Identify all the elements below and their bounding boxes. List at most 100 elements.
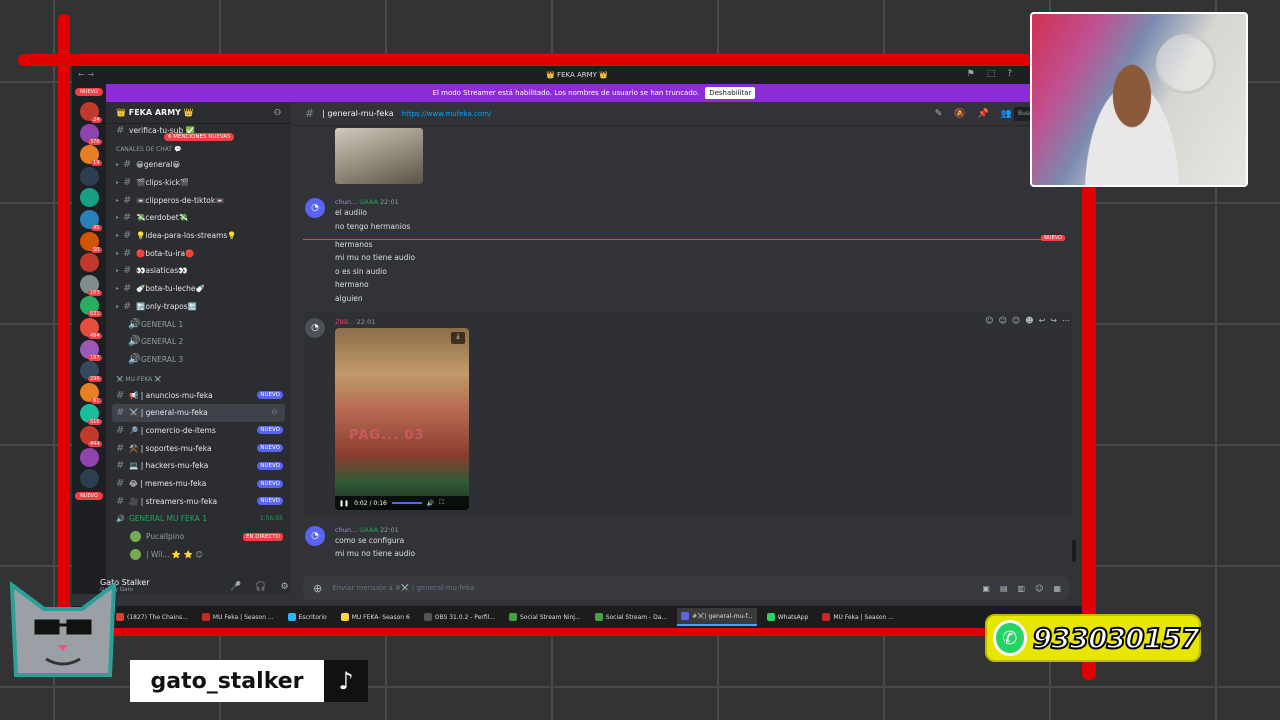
help-icon[interactable]: ? [1007, 69, 1012, 79]
server-icon[interactable]: 197 [79, 339, 102, 361]
add-member-icon[interactable]: ⚇ [274, 108, 281, 117]
add-attachment-icon[interactable]: ⊕ [313, 582, 322, 595]
server-icon[interactable]: 19 [79, 145, 102, 167]
video-attachment[interactable]: ⤓ PAG... 03 ❚❚ 0:02 / 0:16 🔊 ⛶ [335, 328, 469, 510]
taskbar-item[interactable]: (1827) The Chains... [112, 608, 192, 626]
text-channel[interactable]: ▸ # 📼clipperos-de-tiktok📼 [106, 191, 291, 209]
avatar[interactable]: ◔ [305, 318, 325, 338]
message-author[interactable]: chun... GAAA 22:01 [335, 198, 399, 206]
text-channel[interactable]: ▸ # 🎬clips-kick🎬 [106, 174, 291, 192]
reaction-icon[interactable]: ☺ [1012, 316, 1020, 325]
reaction-icon[interactable]: ☺ [985, 316, 993, 325]
gift-icon[interactable]: ▣ [982, 584, 990, 593]
server-icon[interactable] [79, 253, 99, 273]
server-icon[interactable] [79, 447, 99, 467]
reaction-icon[interactable]: ☺ [999, 316, 1007, 325]
text-channel[interactable]: ▸ # 👀asiaticas👀 [106, 262, 291, 280]
voice-user[interactable]: | Wil... ⭐ ⭐ 😊 [106, 545, 291, 563]
text-channel[interactable]: # 📢 | anuncios-mu-feka NUEVO [106, 386, 291, 404]
more-icon[interactable]: ⋯ [1062, 316, 1070, 325]
taskbar-item[interactable]: OBS 31.0.2 - Perfil... [420, 608, 499, 626]
emoji-icon[interactable]: ☺ [1035, 584, 1043, 593]
disable-streamer-button[interactable]: Deshabilitar [705, 87, 756, 99]
members-icon[interactable]: 👥 [1001, 109, 1012, 119]
server-icon[interactable]: 50 [79, 231, 102, 253]
add-reaction-icon[interactable]: ☻ [1025, 316, 1033, 325]
threads-icon[interactable]: ✎ [935, 109, 943, 119]
pin-icon[interactable]: ⚑ [967, 69, 975, 79]
text-channel[interactable]: # ⚒️ | soportes-mu-feka NUEVO [106, 439, 291, 457]
server-icon[interactable] [79, 188, 99, 208]
pause-icon[interactable]: ❚❚ [339, 500, 349, 507]
voice-channel[interactable]: 🔊 GENERAL 1 [106, 315, 291, 333]
text-channel[interactable]: ▸ # 🍼bota-tu-leche🍼 [106, 280, 291, 298]
image-attachment[interactable] [335, 128, 423, 184]
forward-icon[interactable]: ↪ [1050, 316, 1057, 325]
back-icon[interactable]: ← → [78, 70, 94, 79]
text-channel[interactable]: ▸ # 🔴bota-tu-ira🔴 [106, 244, 291, 262]
text-channel[interactable]: # 🎥 | streamers-mu-feka NUEVO [106, 492, 291, 510]
server-icon[interactable]: 45 [79, 209, 102, 231]
server-icon[interactable]: 494 [79, 317, 102, 339]
text-channel[interactable]: # 💻 | hackers-mu-feka NUEVO [106, 457, 291, 475]
avatar[interactable]: ◔ [305, 198, 325, 218]
avatar[interactable]: ◔ [305, 526, 325, 546]
pin-icon[interactable]: 📌 [978, 109, 989, 119]
server-icon[interactable]: 516 [79, 404, 102, 426]
microphone-icon[interactable]: 🎤 [230, 582, 241, 592]
taskbar-item[interactable]: WhatsApp [763, 608, 813, 626]
gif-icon[interactable]: ▤ [1000, 584, 1008, 593]
voice-channel-live[interactable]: 🔊 GENERAL MU FEKA 1 1:56:55 [106, 510, 291, 528]
video-progress[interactable] [391, 502, 422, 504]
download-icon[interactable]: ⤓ [451, 332, 465, 344]
category-mu-feka[interactable]: ⚔️ MU-FEKA ⚔️ [106, 372, 291, 386]
taskbar-item[interactable]: Social Stream Ninj... [505, 608, 585, 626]
text-channel[interactable]: # ⚔️ | general-mu-feka ⚇ [112, 403, 285, 422]
headphones-icon[interactable]: 🎧 [255, 582, 266, 592]
server-icon[interactable] [79, 166, 99, 186]
add-member-icon[interactable]: ⚇ [272, 409, 277, 416]
channel-topic-link[interactable]: https://www.mufeka.com/ [402, 110, 492, 118]
server-icon[interactable]: 444 [79, 425, 102, 447]
app-icon [681, 612, 690, 620]
sticker-icon[interactable]: ▥ [1018, 584, 1026, 593]
mute-icon[interactable]: 🔕 [954, 109, 965, 119]
taskbar-item[interactable]: Escritorio [284, 608, 331, 626]
server-icon[interactable]: 296 [79, 361, 102, 383]
server-icon[interactable]: 163 [79, 274, 102, 296]
category-chat[interactable]: CANALES DE CHAT 💬 [106, 142, 291, 156]
message-author[interactable]: ZBB... 22:01 [335, 318, 375, 326]
hash-icon: # [116, 460, 125, 472]
server-icon[interactable]: 376 [79, 123, 102, 145]
text-channel[interactable]: ▸ # 😀general😀 [106, 156, 291, 174]
voice-user[interactable]: Pucallpino EN DIRECTO [106, 528, 291, 546]
taskbar-item[interactable]: MU Feka | Season ... [198, 608, 278, 626]
message-input[interactable]: ⊕ Enviar mensaje a #⚔️ | general-mu-feka… [303, 576, 1069, 600]
apps-icon[interactable]: ▦ [1053, 584, 1061, 593]
new-mentions-pill[interactable]: 6 MENCIONES NUEVAS [164, 133, 235, 141]
scrollbar[interactable] [1072, 540, 1076, 562]
server-icon[interactable]: 24 [79, 102, 102, 123]
text-channel[interactable]: ▸ # 💸cerdobet💸 [106, 209, 291, 227]
settings-icon[interactable]: ⚙ [280, 582, 288, 592]
taskbar-item[interactable]: MU FEKA- Season 6 [337, 608, 414, 626]
text-channel[interactable]: # 🔎 | comercio-de-items NUEVO [106, 422, 291, 440]
server-icon[interactable] [79, 469, 99, 489]
text-channel[interactable]: # 😂 | memes-mu-feka NUEVO [106, 475, 291, 493]
server-name-header[interactable]: 👑 FEKA ARMY 👑 ⚇ [106, 102, 291, 124]
taskbar-item[interactable]: #⚔️| general-mu-f... [677, 608, 757, 626]
inbox-icon[interactable]: ⬚ [987, 69, 996, 79]
server-icon[interactable]: 631 [79, 296, 102, 318]
server-icon[interactable]: 61 [79, 382, 102, 404]
taskbar-item[interactable]: MU Feka | Season ... [818, 608, 898, 626]
chevron-right-icon: ▸ [116, 196, 120, 204]
text-channel[interactable]: ▸ # 🔚only-trapos🔚 [106, 298, 291, 316]
fullscreen-icon[interactable]: ⛶ [439, 499, 443, 507]
message-author[interactable]: chun... GAAA 22:01 [335, 526, 399, 534]
voice-channel[interactable]: 🔊 GENERAL 3 [106, 351, 291, 369]
taskbar-item[interactable]: Social Stream - Da... [591, 608, 671, 626]
voice-channel[interactable]: 🔊 GENERAL 2 [106, 333, 291, 351]
reply-icon[interactable]: ↩ [1039, 316, 1046, 325]
text-channel[interactable]: ▸ # 💡idea-para-los-streams💡 [106, 227, 291, 245]
volume-icon[interactable]: 🔊 [427, 500, 434, 507]
